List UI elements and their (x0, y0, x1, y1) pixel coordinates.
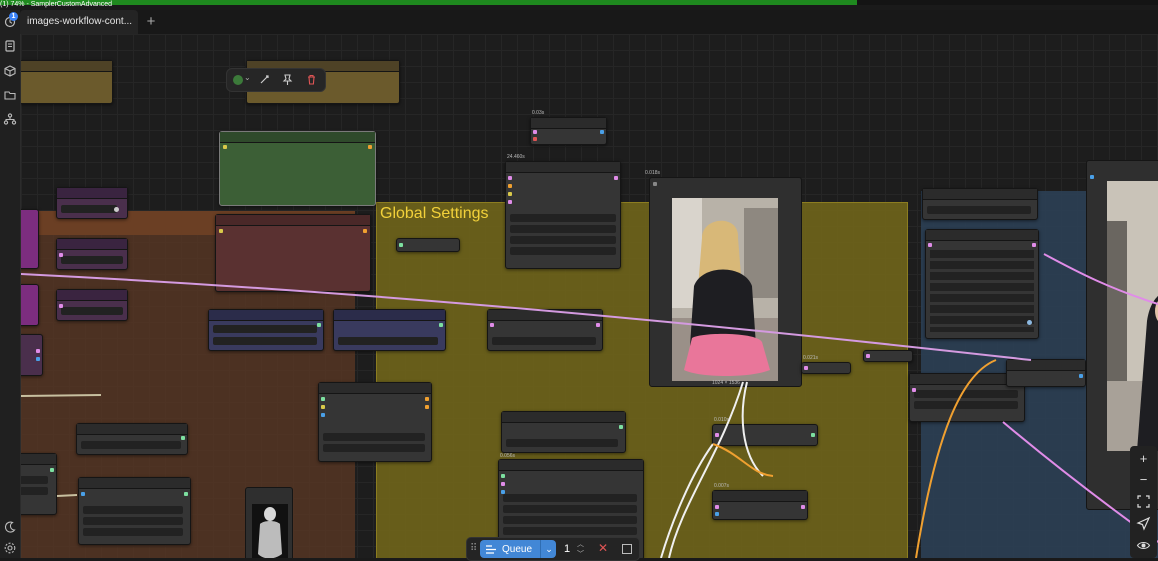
notification-badge: 1 (9, 12, 18, 21)
green-node[interactable] (219, 131, 376, 206)
small-node[interactable] (801, 362, 851, 374)
magenta-node[interactable] (21, 284, 39, 326)
models-icon[interactable] (3, 64, 17, 78)
group-global-settings-title: Global Settings (380, 205, 489, 222)
gray-node[interactable] (318, 382, 432, 462)
progress-fill (0, 0, 857, 5)
bypass-icon[interactable] (258, 73, 271, 86)
queue-toolbar: ⠿ Queue ⌄ 1 ︿ ﹀ ✕ (466, 537, 640, 561)
magenta-node[interactable] (21, 209, 39, 269)
select-mode-icon[interactable] (1136, 516, 1151, 531)
gray-node[interactable] (712, 490, 808, 520)
purple-node[interactable] (56, 238, 128, 270)
gray-node[interactable] (76, 423, 188, 455)
delete-icon[interactable] (305, 73, 318, 86)
queue-list-icon (486, 545, 496, 554)
node-timing-label: 0.021s (803, 355, 819, 361)
purple-node[interactable] (56, 289, 128, 321)
gray-node[interactable] (712, 424, 818, 446)
node-timing-label: 0.018s (645, 170, 661, 176)
library-icon[interactable] (3, 39, 17, 53)
gray-node[interactable] (922, 188, 1038, 220)
progress-bar (0, 0, 1158, 5)
preview-image (1107, 181, 1158, 451)
chevron-down-icon[interactable]: ⌄ (540, 540, 557, 558)
gray-node[interactable] (78, 477, 191, 545)
gray-node[interactable] (1006, 359, 1086, 387)
canvas-controls: + − (1130, 446, 1157, 558)
gray-node[interactable] (925, 229, 1039, 339)
small-node[interactable] (396, 238, 460, 252)
cancel-icon[interactable]: ✕ (598, 541, 608, 555)
plus-icon[interactable]: + (143, 13, 159, 30)
queue-button-label: Queue (502, 544, 533, 555)
node-selection-toolbar: ⌄ (226, 68, 326, 92)
stop-icon[interactable] (622, 544, 632, 554)
tab-bar (20, 10, 1158, 34)
zoom-out-icon[interactable]: − (1136, 472, 1151, 487)
workflows-icon[interactable] (3, 88, 17, 102)
chevron-down-icon[interactable]: ⌄ (244, 73, 251, 82)
node-timing-label: 0.03s (532, 110, 545, 116)
settings-icon[interactable] (3, 541, 17, 555)
fit-view-icon[interactable] (1136, 494, 1151, 509)
left-sidebar: 1 (0, 10, 21, 558)
queue-count-input[interactable]: 1 (564, 543, 570, 555)
blue-node[interactable] (208, 309, 324, 351)
theme-icon[interactable] (3, 520, 17, 534)
drag-handle-icon[interactable]: ⠿ (470, 543, 477, 554)
pin-icon[interactable] (281, 73, 294, 86)
templates-icon[interactable] (3, 112, 17, 126)
image-size-label: 1024 × 1536 (712, 380, 740, 386)
node-timing-label: 0.010s (714, 417, 730, 423)
gray-node[interactable] (487, 309, 603, 351)
chevron-up-icon[interactable]: ︿ (577, 539, 584, 549)
gray-node[interactable] (501, 411, 626, 453)
red-node[interactable] (215, 214, 371, 292)
graph-canvas[interactable]: s) Global Settings ⌄ 0.03s 2 (21, 34, 1158, 558)
gray-node[interactable] (21, 453, 57, 515)
toggle-links-icon[interactable] (1136, 538, 1151, 553)
status-text: (1) 74% - SamplerCustomAdvanced (0, 1, 113, 8)
image-preview-node[interactable]: 1024 × 1536 (649, 177, 802, 387)
queue-button[interactable]: Queue ⌄ (480, 540, 556, 558)
magenta-node[interactable] (21, 334, 43, 376)
preview-image (252, 504, 288, 558)
gray-node[interactable] (530, 117, 607, 145)
zoom-in-icon[interactable]: + (1136, 451, 1151, 466)
preview-image (672, 198, 778, 381)
note-node[interactable] (21, 60, 113, 104)
node-timing-label: 24.460s (507, 154, 525, 160)
image-preview-node[interactable] (245, 487, 293, 558)
color-picker-icon[interactable] (233, 75, 243, 85)
tab-label: images-workflow-cont... (27, 16, 133, 27)
node-timing-label: 0.007s (714, 483, 730, 489)
small-node[interactable] (863, 350, 913, 362)
sampler-node[interactable] (505, 161, 621, 269)
purple-node[interactable] (56, 187, 128, 219)
blue-node[interactable] (333, 309, 446, 351)
